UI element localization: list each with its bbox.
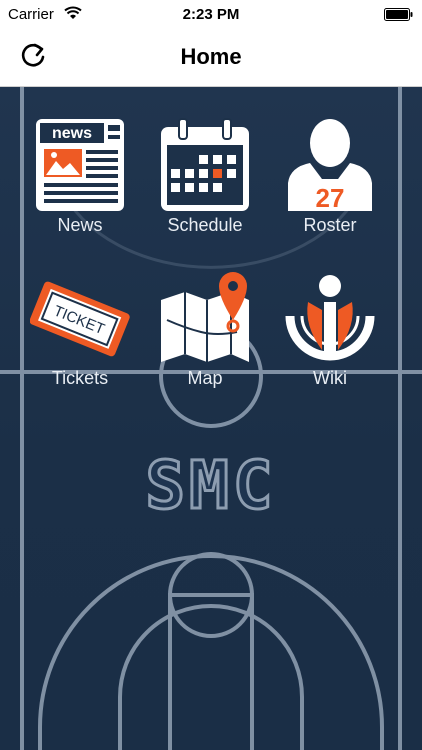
wiki-tile[interactable]: Wiki [275, 270, 385, 389]
tickets-label: Tickets [51, 368, 109, 388]
map-pin-icon [155, 270, 255, 366]
status-time: 2:23 PM [182, 6, 240, 23]
news-masthead-text: news [52, 125, 92, 142]
roster-tile[interactable]: 27 Roster [275, 117, 385, 236]
wiki-logo-icon [280, 270, 380, 366]
tickets-tile[interactable]: TICKET Tickets [25, 270, 135, 389]
news-tile[interactable]: news News [25, 117, 135, 236]
schedule-label: Schedule [167, 215, 243, 235]
roster-label: Roster [303, 215, 357, 235]
jersey-number-text: 27 [316, 183, 345, 213]
player-jersey-icon: 27 [280, 117, 380, 213]
wiki-label: Wiki [313, 368, 347, 388]
page-title: Home [180, 44, 242, 69]
navigation-bar: Home [0, 26, 422, 87]
news-label: News [57, 215, 103, 235]
ticket-icon: TICKET [29, 270, 130, 366]
battery-icon [384, 8, 414, 26]
map-label: Map [187, 368, 223, 388]
schedule-tile[interactable]: Schedule [150, 117, 260, 236]
status-bar: Carrier 2:23 PM [0, 0, 422, 26]
smc-court-logo: SMC [144, 446, 277, 526]
map-tile[interactable]: Map [150, 270, 260, 389]
newspaper-icon: news [30, 117, 130, 213]
calendar-icon [155, 117, 255, 213]
court-background: SMC news News Schedule 27 Roster TICKET … [0, 87, 422, 750]
